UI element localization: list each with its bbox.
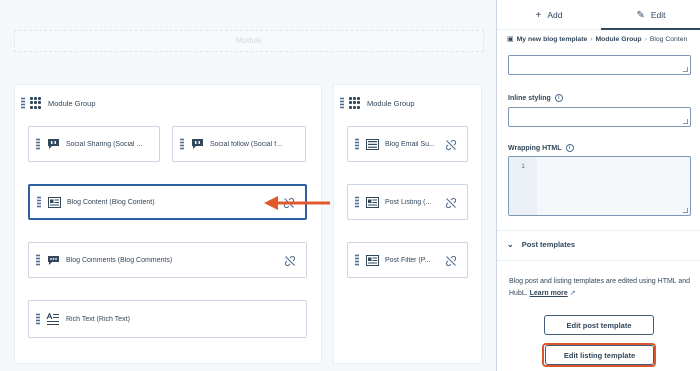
module-placeholder[interactable]: Module (14, 30, 484, 52)
post-templates-heading: Post templates (521, 239, 576, 249)
pencil-icon: ✎ (636, 9, 645, 21)
info-icon[interactable]: i (554, 94, 563, 102)
module-placeholder-label: Module (235, 36, 263, 45)
module-group-header: Module Group (340, 95, 415, 111)
comments-icon (46, 254, 60, 266)
plus-icon: + (535, 9, 542, 21)
panel-tabs: + Add ✎ Edit (497, 0, 700, 30)
wrapping-html-label: Wrapping HTML (508, 144, 562, 152)
learn-more-link[interactable]: Learn more (530, 290, 568, 297)
edit-post-template-button[interactable]: Edit post template (544, 315, 654, 335)
module-post-filter[interactable]: Post Filter (P... (347, 242, 468, 278)
module-label: Blog Email Su... (385, 140, 435, 148)
blog-content-icon (365, 196, 379, 208)
unlink-icon[interactable] (445, 138, 457, 151)
chevron-down-icon: ⌄ (507, 239, 514, 249)
module-blog-email-subscribe[interactable]: Blog Email Su... (347, 126, 468, 162)
drag-handle-icon[interactable] (36, 313, 40, 325)
wrapping-html-editor[interactable]: 1 (508, 156, 691, 216)
breadcrumb-template[interactable]: My new blog template (517, 36, 588, 43)
active-tab-indicator (601, 28, 700, 30)
module-group-icon (30, 97, 42, 109)
module-group-title: Module Group (48, 98, 96, 108)
blog-content-icon (365, 254, 379, 266)
unlink-icon[interactable] (284, 254, 296, 267)
module-label: Post Listing (... (385, 198, 432, 206)
inspector-panel: + Add ✎ Edit ▣ My new blog template › Mo… (496, 0, 700, 371)
module-group-header: Module Group (21, 95, 96, 111)
drag-handle-icon[interactable] (21, 97, 25, 109)
module-label: Blog Comments (Blog Comments) (66, 256, 173, 264)
breadcrumb: ▣ My new blog template › Module Group › … (507, 33, 700, 45)
module-label: Post Filter (P... (385, 256, 431, 264)
resize-handle-icon[interactable] (683, 67, 688, 72)
drag-handle-icon[interactable] (340, 97, 344, 109)
layout-canvas: Module Module Group Social Sharing (Soci… (0, 0, 496, 371)
line-number: 1 (521, 163, 525, 170)
drag-handle-icon[interactable] (180, 138, 184, 150)
divider (497, 230, 700, 231)
tab-add-label: Add (547, 10, 563, 20)
blog-content-icon (47, 196, 61, 208)
breadcrumb-module-group[interactable]: Module Group (596, 36, 642, 43)
page-root: Module Module Group Social Sharing (Soci… (0, 0, 700, 371)
module-label: Social Sharing (Social ... (66, 140, 143, 148)
drag-handle-icon[interactable] (36, 138, 40, 150)
module-social-sharing[interactable]: Social Sharing (Social ... (28, 126, 160, 162)
wrapping-html-label-row: Wrapping HTML i (508, 142, 574, 154)
post-templates-toggle[interactable]: ⌄ Post templates (507, 234, 575, 254)
email-subscribe-icon (365, 138, 379, 150)
drag-handle-icon[interactable] (36, 254, 40, 266)
module-blog-comments[interactable]: Blog Comments (Blog Comments) (28, 242, 307, 278)
edit-listing-template-button[interactable]: Edit listing template (545, 345, 654, 365)
breadcrumb-current: Blog Conten (649, 35, 688, 43)
resize-handle-icon[interactable] (683, 208, 688, 213)
external-link-icon: ↗ (569, 290, 576, 297)
divider (497, 260, 700, 261)
drag-handle-icon[interactable] (355, 196, 359, 208)
annotation-arrow-icon (264, 196, 330, 210)
speech-bubble-icon (190, 138, 204, 150)
unlink-icon[interactable] (445, 254, 457, 267)
breadcrumb-separator: › (590, 35, 593, 43)
module-label: Rich Text (Rich Text) (66, 315, 130, 323)
css-class-field[interactable] (508, 55, 691, 75)
tab-edit[interactable]: ✎ Edit (601, 0, 700, 30)
inline-styling-field[interactable] (508, 107, 691, 127)
drag-handle-icon[interactable] (37, 196, 41, 208)
breadcrumb-separator: › (644, 35, 647, 43)
module-rich-text[interactable]: Rich Text (Rich Text) (28, 300, 307, 338)
tab-add[interactable]: + Add (497, 0, 601, 30)
resize-handle-icon[interactable] (683, 119, 688, 124)
drag-handle-icon[interactable] (355, 254, 359, 266)
drag-handle-icon[interactable] (355, 138, 359, 150)
speech-bubble-icon (46, 138, 60, 150)
unlink-icon[interactable] (445, 196, 457, 209)
module-label: Blog Content (Blog Content) (67, 198, 155, 206)
module-group-icon (349, 97, 361, 109)
template-icon: ▣ (507, 36, 514, 43)
info-icon[interactable]: i (565, 144, 574, 152)
line-number-gutter: 1 (509, 157, 537, 215)
module-social-follow[interactable]: Social follow (Social f... (172, 126, 306, 162)
rich-text-icon (46, 312, 60, 325)
module-label: Social follow (Social f... (210, 140, 282, 148)
inline-styling-label-row: Inline styling i (508, 92, 563, 104)
tab-edit-label: Edit (650, 10, 666, 20)
module-group-title: Module Group (367, 98, 415, 108)
inline-styling-label: Inline styling (508, 94, 551, 102)
post-templates-description: Blog post and listing templates are edit… (509, 276, 695, 300)
module-post-listing[interactable]: Post Listing (... (347, 184, 468, 220)
